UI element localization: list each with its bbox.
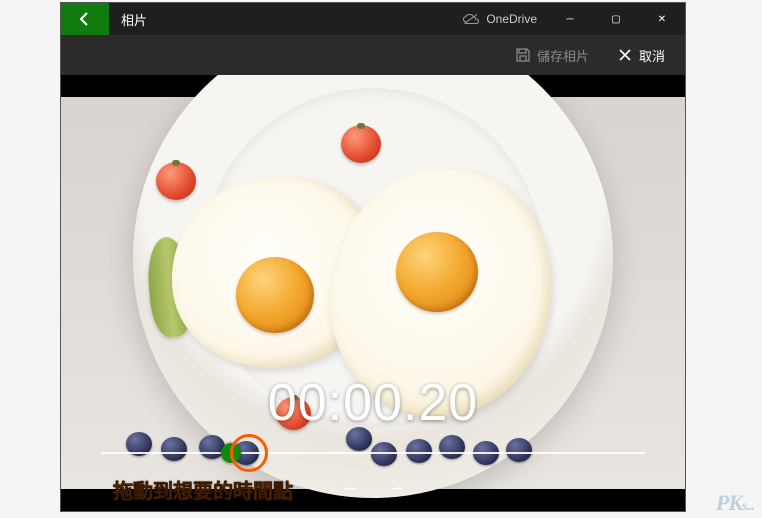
prev-frame-button[interactable]: ←	[338, 475, 362, 498]
titlebar: 相片 OneDrive ─ ▢ ✕	[61, 3, 685, 35]
save-photo-label: 儲存相片	[537, 46, 589, 65]
cancel-label: 取消	[639, 46, 665, 65]
timeline-scrubber[interactable]	[101, 443, 645, 463]
frame-nav: ← →	[338, 475, 408, 498]
cancel-button[interactable]: 取消	[605, 39, 677, 71]
onedrive-label: OneDrive	[486, 12, 537, 26]
save-photo-button[interactable]: 儲存相片	[503, 39, 601, 71]
onedrive-status[interactable]: OneDrive	[462, 12, 547, 26]
save-icon	[515, 47, 531, 63]
toolbar: 儲存相片 取消	[61, 35, 685, 75]
window-controls: ─ ▢ ✕	[547, 3, 685, 35]
close-window-button[interactable]: ✕	[639, 3, 685, 35]
maximize-button[interactable]: ▢	[593, 3, 639, 35]
next-frame-button[interactable]: →	[384, 475, 408, 498]
cloud-icon	[462, 13, 480, 25]
app-window: 相片 OneDrive ─ ▢ ✕ 儲存相片 取消	[60, 2, 686, 512]
annotation-hint-text: 拖動到想要的時間點	[113, 475, 293, 504]
timecode-display: 00:00.20	[268, 373, 478, 433]
watermark: PKs...	[716, 490, 754, 516]
minimize-button[interactable]: ─	[547, 3, 593, 35]
app-title: 相片	[109, 10, 147, 29]
scrubber-track	[101, 452, 645, 454]
back-arrow-icon	[77, 11, 93, 27]
close-icon	[617, 47, 633, 63]
back-button[interactable]	[61, 3, 109, 35]
video-preview-area: 00:00.20 拖動到想要的時間點 ← →	[61, 75, 685, 511]
scrubber-handle[interactable]	[221, 443, 241, 463]
